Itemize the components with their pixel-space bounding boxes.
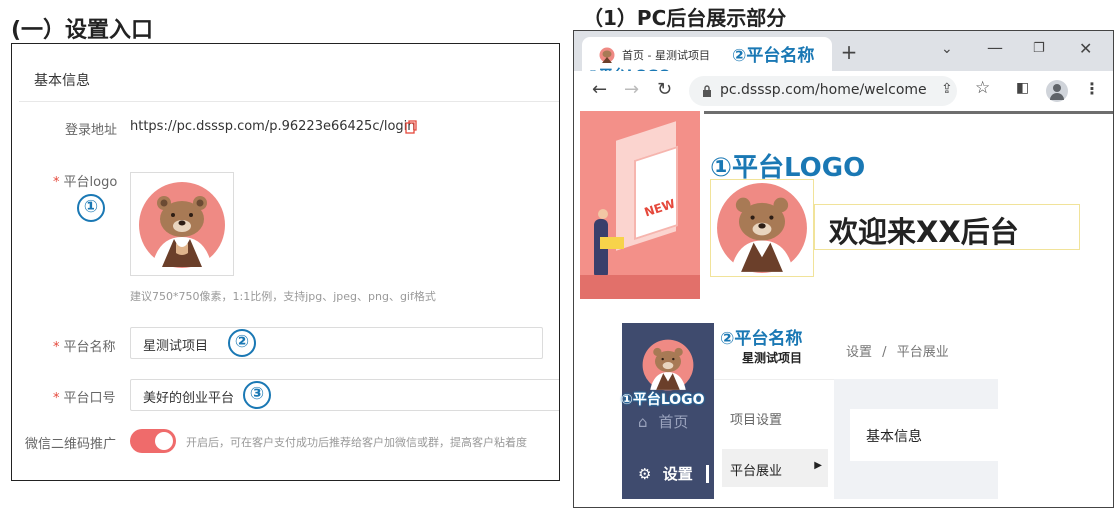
bear-favicon-icon xyxy=(599,47,615,63)
welcome-text: 欢迎来XX后台 xyxy=(829,215,1019,249)
hero-illustration: NEW xyxy=(580,111,700,299)
content-card: 基本信息 xyxy=(850,409,998,461)
login-url-value: https://pc.dsssp.com/p.96223e66425c/logi… xyxy=(130,119,416,134)
tab-title: 首页 - 星测试项目 xyxy=(622,49,710,62)
submenu-display[interactable]: 平台展业 ▶ xyxy=(722,449,828,487)
submenu-display-label: 平台展业 xyxy=(730,464,783,479)
new-tab-button[interactable]: + xyxy=(839,40,859,64)
wechat-toggle[interactable] xyxy=(130,429,176,453)
required-mark: * xyxy=(53,340,60,355)
bear-avatar-icon xyxy=(139,182,225,268)
browser-window: 首页 - 星测试项目 ②平台名称 + ⌄ — ❐ ✕ ①平台LOGO ← → ↻… xyxy=(573,30,1114,508)
admin-topbar: 设置 / 平台展业 xyxy=(834,323,998,379)
sidebar-item-settings[interactable]: ⚙ 设置 xyxy=(638,463,693,484)
logo-hint: 建议750*750像素，1:1比例，支持jpg、jpeg、png、gif格式 xyxy=(130,290,436,303)
divider xyxy=(19,101,559,102)
wechat-hint: 开启后，可在客户支付成功后推荐给客户加微信或群，提高客户粘着度 xyxy=(186,436,527,449)
tab-search-icon[interactable]: ⌄ xyxy=(941,41,953,57)
login-url-label: 登录地址 xyxy=(65,123,118,138)
share-icon[interactable]: ⇪ xyxy=(941,81,953,97)
required-mark: * xyxy=(53,391,60,406)
badge-3: ③ xyxy=(243,381,271,409)
settings-panel: 基本信息 登录地址 https://pc.dsssp.com/p.96223e6… xyxy=(11,43,560,481)
submenu-project-settings[interactable]: 项目设置 xyxy=(730,409,782,428)
home-icon: ⌂ xyxy=(638,413,648,431)
right-heading: （1）PC后台展示部分 xyxy=(583,6,787,30)
breadcrumb-separator: / xyxy=(882,345,887,360)
reload-icon[interactable]: ↻ xyxy=(657,79,672,100)
hero-logo-frame xyxy=(710,179,814,277)
logo-upload-box[interactable] xyxy=(130,172,234,276)
copy-icon[interactable] xyxy=(405,119,417,134)
hero-top-band xyxy=(704,111,1113,114)
lock-icon xyxy=(703,85,711,97)
breadcrumb-root[interactable]: 设置 xyxy=(846,345,872,360)
url-field[interactable]: pc.dsssp.com/home/welcome xyxy=(689,76,957,106)
admin-layout: ①平台LOGO ⌂ 首页 ⚙ 设置 ②平台名称 星测试项目 项目设置 平台展业 … xyxy=(621,323,998,499)
caret-right-icon: ▶ xyxy=(814,460,822,471)
sidebar-item-home-label: 首页 xyxy=(658,413,689,431)
welcome-frame: 欢迎来XX后台 xyxy=(814,204,1080,250)
content-title: 基本信息 xyxy=(866,429,922,445)
minimize-icon[interactable]: — xyxy=(987,38,1003,57)
sidebar-logo-icon xyxy=(642,339,694,391)
admin-sidebar: ①平台LOGO ⌂ 首页 ⚙ 设置 xyxy=(621,323,714,499)
settings-gear-icon: ⚙ xyxy=(638,465,652,483)
url-text: pc.dsssp.com/home/welcome xyxy=(720,82,927,98)
breadcrumb: 设置 / 平台展业 xyxy=(846,341,949,360)
admin-submenu: ②平台名称 星测试项目 项目设置 平台展业 ▶ xyxy=(714,323,834,499)
toggle-knob xyxy=(155,432,173,450)
left-heading: (一）设置入口 xyxy=(11,18,154,43)
logo-label-text: 平台logo xyxy=(63,175,118,190)
annotation-admin-name: ②平台名称 xyxy=(720,329,803,349)
sidebar-item-home[interactable]: ⌂ 首页 xyxy=(638,411,688,432)
bookmark-star-icon[interactable]: ☆ xyxy=(975,78,990,98)
annotation-sidebar-logo: ①平台LOGO xyxy=(621,392,705,408)
profile-avatar[interactable] xyxy=(1046,80,1068,102)
back-icon[interactable]: ← xyxy=(592,79,607,100)
more-menu-icon[interactable]: ⋮ xyxy=(1084,79,1100,98)
platform-name-value: 星测试项目 xyxy=(143,339,209,354)
project-name: 星测试项目 xyxy=(742,351,803,365)
wechat-label: 微信二维码推广 xyxy=(25,437,117,452)
address-bar: ← → ↻ pc.dsssp.com/home/welcome ⇪ ☆ ◧ ⋮ xyxy=(574,71,1113,111)
close-icon[interactable]: ✕ xyxy=(1079,39,1092,58)
welcome-hero: NEW ①平台LOGO 欢迎来XX后台 xyxy=(580,111,1113,299)
breadcrumb-leaf: 平台展业 xyxy=(896,345,949,360)
forward-icon[interactable]: → xyxy=(624,79,639,100)
platform-slogan-input[interactable]: 美好的创业平台 xyxy=(130,379,559,411)
restore-icon[interactable]: ❐ xyxy=(1033,41,1045,56)
active-indicator xyxy=(706,465,709,483)
slogan-label-text: 平台口号 xyxy=(63,391,116,406)
logo-label: * 平台logo xyxy=(53,171,117,190)
platform-name-input[interactable]: 星测试项目 xyxy=(130,327,543,359)
required-mark: * xyxy=(53,175,60,190)
bear-logo-icon xyxy=(717,183,807,273)
card-title: 基本信息 xyxy=(34,73,90,89)
badge-2: ② xyxy=(228,329,256,357)
slogan-label: * 平台口号 xyxy=(53,387,116,406)
platform-slogan-value: 美好的创业平台 xyxy=(143,391,235,406)
name-label-text: 平台名称 xyxy=(63,340,116,355)
badge-1: ① xyxy=(77,194,105,222)
annotation-tab-name: ②平台名称 xyxy=(732,46,815,66)
name-label: * 平台名称 xyxy=(53,336,116,355)
sidebar-toggle-icon[interactable]: ◧ xyxy=(1016,80,1029,96)
sidebar-item-settings-label: 设置 xyxy=(662,465,693,483)
